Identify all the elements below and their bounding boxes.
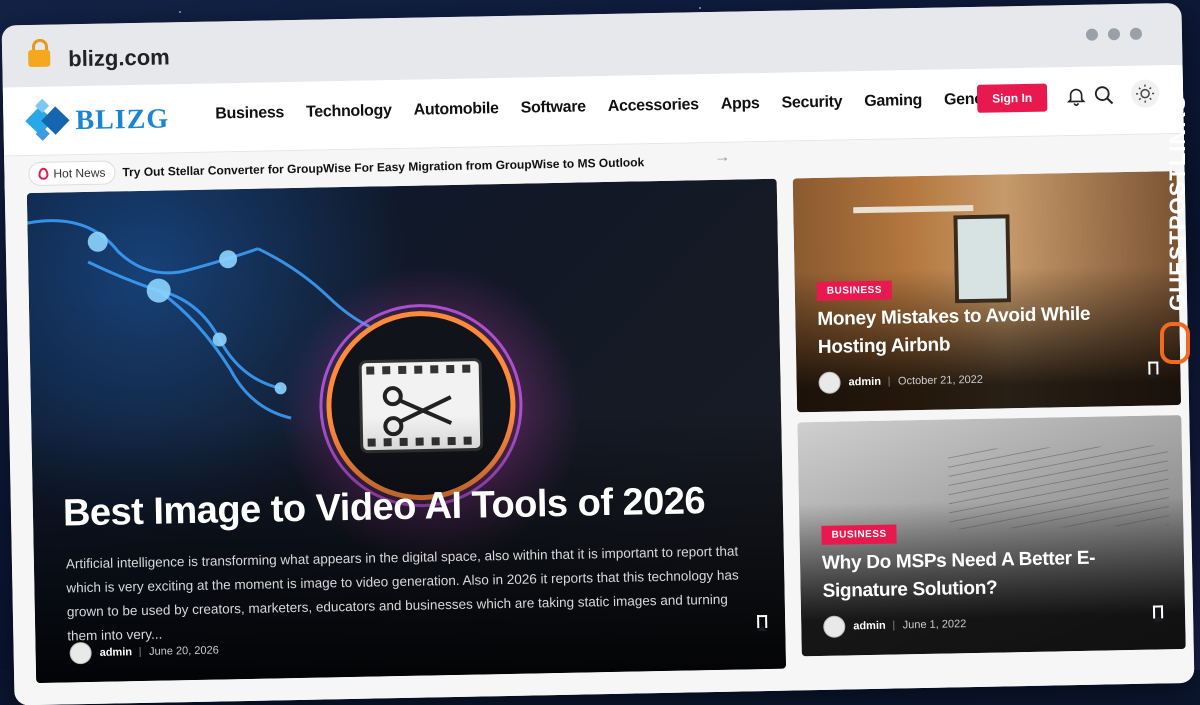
avatar[interactable]: [69, 642, 91, 664]
ticker-headline[interactable]: Try Out Stellar Converter for GroupWise …: [122, 155, 644, 179]
bookmark-icon[interactable]: [757, 615, 767, 628]
nav-item-technology[interactable]: Technology: [306, 102, 392, 122]
browser-window: blizg.com BLIZG Business Technology Auto…: [2, 3, 1195, 705]
lock-icon: [28, 47, 50, 67]
hot-news-text: Hot News: [53, 166, 105, 181]
window-dot[interactable]: [1086, 29, 1098, 41]
post-date: October 21, 2022: [898, 374, 983, 388]
avatar[interactable]: [823, 615, 845, 637]
avatar[interactable]: [818, 372, 840, 394]
author-name[interactable]: admin: [848, 376, 881, 389]
link-icon: [1160, 322, 1190, 364]
article-card[interactable]: BUSINESS Why Do MSPs Need A Better E-Sig…: [797, 415, 1185, 656]
article-card[interactable]: BUSINESS Money Mistakes to Avoid While H…: [793, 171, 1181, 412]
theme-toggle-icon[interactable]: [1131, 79, 1160, 108]
hero-meta: admin June 20, 2026: [69, 640, 219, 665]
card-image: [953, 214, 1011, 303]
nav-item-gaming[interactable]: Gaming: [864, 92, 922, 111]
window-controls: [1086, 28, 1142, 41]
search-icon[interactable]: [1093, 84, 1115, 106]
arrow-right-icon[interactable]: →: [714, 149, 730, 167]
window-dot[interactable]: [1108, 28, 1120, 40]
category-badge[interactable]: BUSINESS: [821, 524, 896, 544]
author-name[interactable]: admin: [100, 646, 133, 659]
bookmark-icon[interactable]: [1148, 361, 1158, 374]
watermark-text: GUESTPOSTLINKS: [1165, 63, 1191, 343]
card-title[interactable]: Why Do MSPs Need A Better E-Signature So…: [822, 543, 1163, 606]
site-logo[interactable]: BLIZG: [25, 96, 170, 145]
main-nav: Business Technology Automobile Software …: [215, 90, 1002, 123]
window-dot[interactable]: [1130, 28, 1142, 40]
author-name[interactable]: admin: [853, 620, 886, 633]
nav-item-automobile[interactable]: Automobile: [413, 100, 498, 120]
post-date: June 20, 2026: [149, 645, 219, 658]
category-badge[interactable]: BUSINESS: [817, 281, 892, 301]
address-bar-url[interactable]: blizg.com: [68, 44, 170, 72]
card-title[interactable]: Money Mistakes to Avoid While Hosting Ai…: [817, 299, 1158, 362]
bookmark-icon[interactable]: [1153, 605, 1163, 618]
post-date: June 1, 2022: [903, 618, 967, 631]
nav-item-accessories[interactable]: Accessories: [608, 96, 699, 116]
website: BLIZG Business Technology Automobile Sof…: [3, 65, 1195, 705]
nav-item-security[interactable]: Security: [781, 93, 842, 112]
sign-in-button[interactable]: Sign In: [977, 84, 1048, 113]
card-meta: admin October 21, 2022: [818, 369, 983, 394]
nav-item-apps[interactable]: Apps: [721, 95, 760, 114]
logo-text: BLIZG: [75, 103, 169, 137]
flame-icon: [38, 168, 48, 180]
card-image: [948, 445, 1169, 529]
hero-article[interactable]: Best Image to Video AI Tools of 2026 Art…: [27, 179, 786, 683]
hot-news-label: Hot News: [28, 160, 115, 186]
logo-mark-icon: [25, 98, 72, 145]
bell-icon[interactable]: [1065, 85, 1087, 107]
card-meta: admin June 1, 2022: [823, 613, 966, 638]
watermark: GUESTPOSTLINKS: [1158, 60, 1192, 360]
nav-item-software[interactable]: Software: [520, 98, 586, 117]
hero-excerpt: Artificial intelligence is transforming …: [66, 539, 758, 648]
nav-item-business[interactable]: Business: [215, 104, 284, 123]
